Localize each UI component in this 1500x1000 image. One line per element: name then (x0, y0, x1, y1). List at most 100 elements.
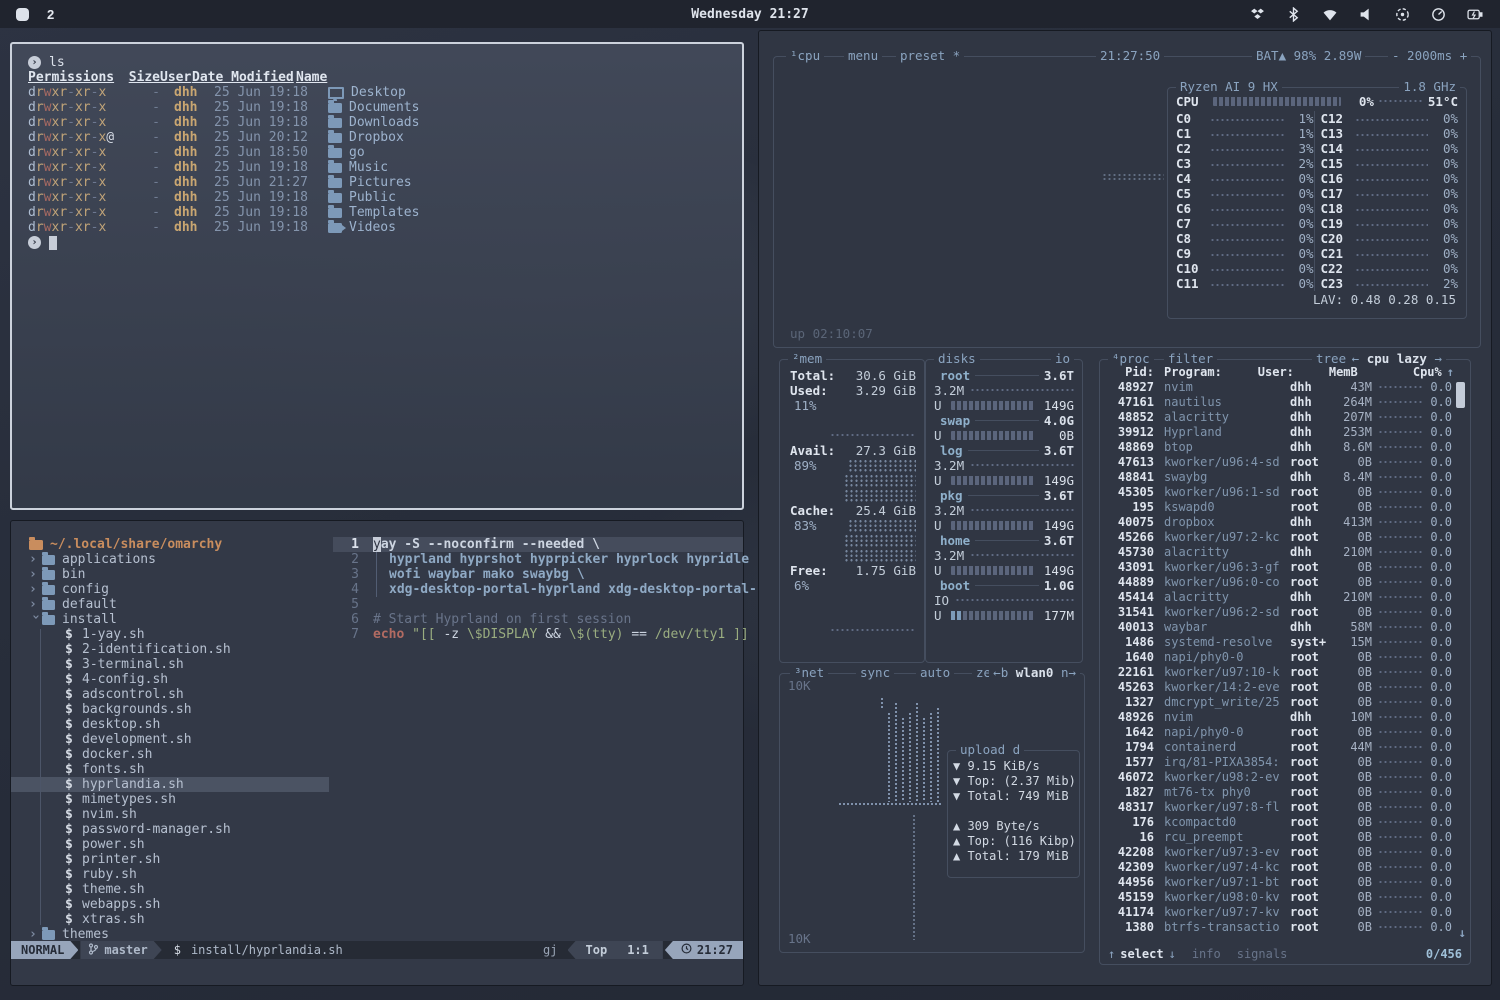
tree-item-applications[interactable]: ›applications (29, 552, 333, 567)
terminal-window[interactable]: › ls PermissionsSizeUserDate ModifiedNam… (10, 42, 744, 510)
screencast-icon[interactable] (1395, 7, 1410, 22)
workspace-active-icon[interactable] (16, 8, 29, 21)
tree-item-mimetypes.sh[interactable]: $mimetypes.sh (29, 792, 333, 807)
process-row[interactable]: 45730alacrittydhh210M0.0 (1104, 545, 1452, 560)
process-row[interactable]: 44889kworker/u96:0-coroot0B0.0 (1104, 575, 1452, 590)
mem-tab[interactable]: ²mem (788, 352, 826, 366)
process-row[interactable]: 45263kworker/14:2-everoot0B0.0 (1104, 680, 1452, 695)
process-row[interactable]: 48852alacrittydhh207M0.0 (1104, 410, 1452, 425)
tree-root[interactable]: ~/.local/share/omarchy (29, 537, 333, 552)
tree-item-backgrounds.sh[interactable]: $backgrounds.sh (29, 702, 333, 717)
proc-tab[interactable]: ⁴proc (1108, 352, 1154, 366)
cpu-tab[interactable]: ¹cpu (786, 49, 824, 63)
mem-header[interactable]: MemB (1318, 365, 1358, 379)
tree-item-power.sh[interactable]: $power.sh (29, 837, 333, 852)
process-row[interactable]: 1486systemd-resolvesyst+15M0.0 (1104, 635, 1452, 650)
select-label[interactable]: select (1120, 947, 1163, 961)
process-row[interactable]: 1827mt76-tx phy0root0B0.0 (1104, 785, 1452, 800)
tree-item-ruby.sh[interactable]: $ruby.sh (29, 867, 333, 882)
process-row[interactable]: 1577irq/81-PIXA3854:root0B0.0 (1104, 755, 1452, 770)
wifi-icon[interactable] (1322, 7, 1338, 22)
refresh-rate-control[interactable]: - 2000ms + (1388, 49, 1471, 63)
process-row[interactable]: 48869btopdhh8.6M0.0 (1104, 440, 1452, 455)
proc-scrollbar-thumb[interactable] (1456, 382, 1465, 408)
process-row[interactable]: 176kcompactd0root0B0.0 (1104, 815, 1452, 830)
process-row[interactable]: 48926nvimdhh10M0.0 (1104, 710, 1452, 725)
tree-item-themes[interactable]: ›themes (29, 927, 333, 941)
net-auto-toggle[interactable]: auto (916, 666, 954, 680)
tree-item-password-manager.sh[interactable]: $password-manager.sh (29, 822, 333, 837)
process-row[interactable]: 1794containerdroot44M0.0 (1104, 740, 1452, 755)
dropbox-icon[interactable] (1250, 7, 1265, 22)
process-row[interactable]: 1642napi/phy0-0root0B0.0 (1104, 725, 1452, 740)
tree-item-desktop.sh[interactable]: $desktop.sh (29, 717, 333, 732)
process-row[interactable]: 46072kworker/u98:2-evroot0B0.0 (1104, 770, 1452, 785)
process-row[interactable]: 42208kworker/u97:3-evroot0B0.0 (1104, 845, 1452, 860)
tree-item-4-config.sh[interactable]: $4-config.sh (29, 672, 333, 687)
process-row[interactable]: 48317kworker/u97:8-flroot0B0.0 (1104, 800, 1452, 815)
process-row[interactable]: 48927nvimdhh43M0.0 (1104, 380, 1452, 395)
tree-item-docker.sh[interactable]: $docker.sh (29, 747, 333, 762)
select-up-key[interactable]: ↑ (1108, 947, 1115, 961)
process-row[interactable]: 31541kworker/u96:2-sdroot0B0.0 (1104, 605, 1452, 620)
menu-button[interactable]: menu (844, 49, 882, 63)
tree-item-hyprlandia.sh[interactable]: $hyprlandia.sh (29, 777, 333, 792)
net-sync-toggle[interactable]: sync (856, 666, 894, 680)
process-row[interactable]: 195kswapd0root0B0.0 (1104, 500, 1452, 515)
iface-next-key[interactable]: n→ (1061, 665, 1076, 680)
tree-item-1-yay.sh[interactable]: $1-yay.sh (29, 627, 333, 642)
sort-next-arrow[interactable]: → (1434, 351, 1442, 366)
process-row[interactable]: 16rcu_preemptroot0B0.0 (1104, 830, 1452, 845)
volume-icon[interactable] (1359, 7, 1374, 22)
bluetooth-icon[interactable] (1286, 7, 1301, 22)
tree-item-webapps.sh[interactable]: $webapps.sh (29, 897, 333, 912)
process-row[interactable]: 22161kworker/u97:10-kroot0B0.0 (1104, 665, 1452, 680)
sort-prev-arrow[interactable]: ← (1352, 351, 1360, 366)
info-button[interactable]: info (1192, 947, 1221, 961)
iface-prev-key[interactable]: ←b (993, 665, 1008, 680)
tree-item-config[interactable]: ›config (29, 582, 333, 597)
scroll-down-icon[interactable]: ↓ (1458, 925, 1466, 940)
workspace-2-label[interactable]: 2 (47, 7, 54, 22)
code-pane[interactable]: 1yay -S --noconfirm --needed \2hyprland … (333, 521, 743, 941)
process-row[interactable]: 45266kworker/u97:2-kcroot0B0.0 (1104, 530, 1452, 545)
tree-item-xtras.sh[interactable]: $xtras.sh (29, 912, 333, 927)
proc-sort-control[interactable]: ← cpu lazy → (1348, 352, 1446, 366)
tree-item-3-terminal.sh[interactable]: $3-terminal.sh (29, 657, 333, 672)
select-down-key[interactable]: ↓ (1169, 947, 1176, 961)
process-row[interactable]: 45305kworker/u96:1-sdroot0B0.0 (1104, 485, 1452, 500)
tree-item-nvim.sh[interactable]: $nvim.sh (29, 807, 333, 822)
process-row[interactable]: 1327dmcrypt_write/25root0B0.0 (1104, 695, 1452, 710)
preset-button[interactable]: preset * (896, 49, 964, 63)
process-row[interactable]: 1380btrfs-transactioroot0B0.0 (1104, 920, 1452, 935)
tree-item-printer.sh[interactable]: $printer.sh (29, 852, 333, 867)
tree-item-development.sh[interactable]: $development.sh (29, 732, 333, 747)
process-row[interactable]: 43091kworker/u96:3-gfroot0B0.0 (1104, 560, 1452, 575)
tree-item-fonts.sh[interactable]: $fonts.sh (29, 762, 333, 777)
signals-button[interactable]: signals (1237, 947, 1288, 961)
program-header[interactable]: Program: (1164, 365, 1258, 379)
process-row[interactable]: 1640napi/phy0-0root0B0.0 (1104, 650, 1452, 665)
process-row[interactable]: 47613kworker/u96:4-sdroot0B0.0 (1104, 455, 1452, 470)
tree-item-install[interactable]: ›install (29, 612, 333, 627)
tree-item-adscontrol.sh[interactable]: $adscontrol.sh (29, 687, 333, 702)
tree-item-default[interactable]: ›default (29, 597, 333, 612)
process-row[interactable]: 45414alacrittydhh210M0.0 (1104, 590, 1452, 605)
process-row[interactable]: 42309kworker/u97:4-kcroot0B0.0 (1104, 860, 1452, 875)
io-tab[interactable]: io (1051, 352, 1074, 366)
net-interface-switcher[interactable]: ←b wlan0 n→ (989, 666, 1080, 680)
cpu-header[interactable]: Cpu% (1358, 365, 1442, 379)
proc-filter-button[interactable]: filter (1164, 352, 1217, 366)
process-row[interactable]: 40013waybardhh58M0.0 (1104, 620, 1452, 635)
proc-tree-toggle[interactable]: tree (1312, 352, 1350, 366)
process-row[interactable]: 48841swaybgdhh8.4M0.0 (1104, 470, 1452, 485)
pid-header[interactable]: Pid: (1104, 365, 1154, 379)
gauge-icon[interactable] (1431, 7, 1446, 22)
tree-item-2-identification.sh[interactable]: $2-identification.sh (29, 642, 333, 657)
disks-tab[interactable]: disks (934, 352, 980, 366)
process-row[interactable]: 47161nautilusdhh264M0.0 (1104, 395, 1452, 410)
process-row[interactable]: 44956kworker/u97:1-btroot0B0.0 (1104, 875, 1452, 890)
btop-window[interactable]: ¹cpu menu preset * 21:27:50 BAT▲ 98% 2.8… (758, 30, 1492, 986)
file-tree-pane[interactable]: ~/.local/share/omarchy ›applications›bin… (11, 521, 333, 941)
terminal-cursor[interactable] (49, 236, 57, 250)
